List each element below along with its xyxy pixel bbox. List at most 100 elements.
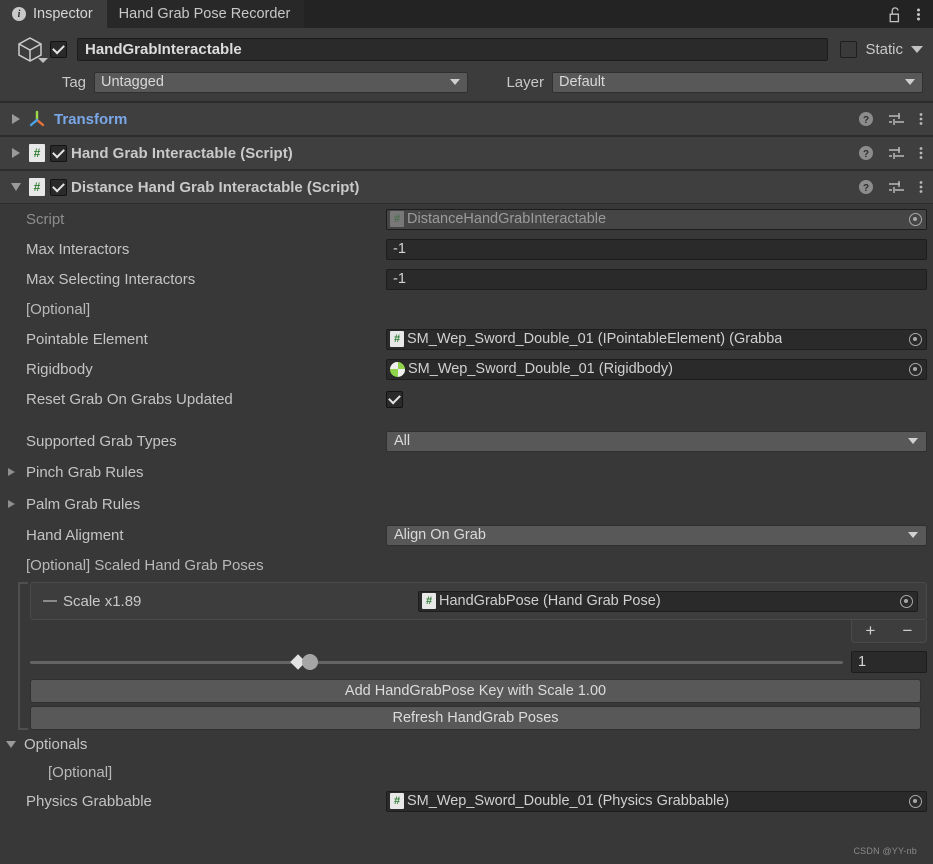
component-header-hand-grab-interactable[interactable]: # Hand Grab Interactable (Script) ? — [0, 136, 933, 170]
scale-slider-track[interactable] — [30, 654, 843, 670]
info-icon: i — [12, 7, 26, 21]
script-label: Script — [26, 210, 65, 228]
add-handgrabpose-key-button[interactable]: Add HandGrabPose Key with Scale 1.00 — [30, 679, 921, 703]
refresh-handgrab-poses-label: Refresh HandGrab Poses — [392, 710, 559, 726]
script-icon: # — [24, 178, 50, 196]
svg-text:?: ? — [863, 183, 869, 194]
rigidbody-value: SM_Wep_Sword_Double_01 (Rigidbody) — [408, 361, 673, 377]
reset-grab-checkbox[interactable] — [386, 390, 403, 408]
tab-inspector[interactable]: i Inspector — [0, 0, 107, 28]
tab-bar-actions — [887, 0, 933, 28]
transform-header-actions: ? — [858, 111, 923, 127]
list-item[interactable]: Scale x1.89 # HandGrabPose (Hand Grab Po… — [30, 582, 927, 620]
pointable-element-object-field[interactable]: # SM_Wep_Sword_Double_01 (IPointableElem… — [386, 328, 927, 350]
hand-grab-interactable-foldout-arrow[interactable] — [8, 148, 24, 158]
supported-grab-types-dropdown[interactable]: All — [386, 430, 927, 452]
script-asset-icon: # — [390, 211, 404, 227]
preset-settings-icon[interactable] — [888, 111, 905, 127]
help-icon[interactable]: ? — [858, 111, 874, 127]
hand-grab-interactable-enabled-checkbox[interactable] — [50, 144, 67, 162]
tab-hand-grab-pose-recorder[interactable]: Hand Grab Pose Recorder — [106, 0, 305, 28]
component-header-distance-hand-grab-interactable[interactable]: # Distance Hand Grab Interactable (Scrip… — [0, 170, 933, 204]
pinch-grab-rules-label: Pinch Grab Rules — [26, 463, 144, 481]
list-item-label: Scale x1.89 — [63, 592, 142, 610]
optionals-label: Optionals — [24, 735, 88, 753]
max-interactors-value: -1 — [393, 241, 406, 257]
static-dropdown-caret[interactable] — [911, 45, 923, 53]
script-object-field: # DistanceHandGrabInteractable — [386, 208, 927, 230]
list-add-remove-row: + − — [30, 620, 927, 648]
static-group: Static — [840, 40, 923, 58]
transform-foldout-arrow[interactable] — [8, 114, 24, 124]
tag-dropdown[interactable]: Untagged — [94, 71, 468, 93]
inspector-window: i Inspector Hand Grab Pose Recorder Hand… — [0, 0, 933, 864]
scale-slider-value: 1 — [858, 654, 867, 670]
rigidbody-object-field[interactable]: SM_Wep_Sword_Double_01 (Rigidbody) — [386, 358, 927, 380]
foldout-optionals[interactable]: Optionals — [0, 730, 933, 758]
hand-alignment-dropdown[interactable]: Align On Grab — [386, 524, 927, 546]
chevron-down-icon — [908, 532, 918, 538]
component-properties: Script # DistanceHandGrabInteractable Ma… — [0, 204, 933, 816]
tag-label: Tag — [61, 73, 86, 91]
pinch-grab-rules-arrow[interactable] — [8, 468, 26, 476]
scale-slider-handle[interactable] — [302, 654, 319, 670]
watermark: CSDN @YY-nb — [853, 846, 917, 856]
gameobject-name-field[interactable]: HandGrabInteractable — [77, 37, 829, 61]
list-remove-button[interactable]: − — [903, 621, 913, 641]
list-item-object-field[interactable]: # HandGrabPose (Hand Grab Pose) — [418, 590, 918, 612]
foldout-palm-grab-rules[interactable]: Palm Grab Rules — [0, 488, 933, 520]
script-object-picker-button — [904, 209, 926, 229]
pointable-element-picker-button[interactable] — [904, 329, 926, 349]
distance-hand-grab-interactable-enabled-checkbox[interactable] — [50, 178, 67, 196]
preset-settings-icon[interactable] — [888, 179, 905, 195]
property-row-reset-grab-on-grabs-updated: Reset Grab On Grabs Updated — [0, 384, 933, 414]
physics-grabbable-object-field[interactable]: # SM_Wep_Sword_Double_01 (Physics Grabba… — [386, 790, 927, 812]
kebab-menu-icon[interactable] — [919, 145, 923, 161]
layer-dropdown[interactable]: Default — [552, 71, 923, 93]
hand-alignment-label: Hand Aligment — [26, 526, 124, 544]
hand-alignment-value: Align On Grab — [394, 527, 486, 543]
gameobject-icon-dropdown-caret[interactable] — [38, 58, 48, 63]
svg-text:?: ? — [863, 149, 869, 160]
refresh-handgrab-poses-button[interactable]: Refresh HandGrab Poses — [30, 706, 921, 730]
max-interactors-input[interactable]: -1 — [386, 238, 927, 260]
scaled-hand-grab-poses-header: [Optional] Scaled Hand Grab Poses — [26, 556, 264, 574]
distance-hand-grab-interactable-foldout-arrow[interactable] — [8, 183, 24, 191]
physics-grabbable-picker-button[interactable] — [904, 791, 926, 811]
script-asset-icon: # — [390, 331, 404, 347]
property-row-hand-alignment: Hand Aligment Align On Grab — [0, 520, 933, 550]
chevron-down-icon — [905, 79, 915, 85]
reset-grab-label: Reset Grab On Grabs Updated — [26, 390, 233, 408]
layer-label: Layer — [506, 73, 544, 91]
chevron-down-icon — [450, 79, 460, 85]
lock-open-icon[interactable] — [887, 6, 902, 23]
gameobject-enabled-checkbox[interactable] — [50, 40, 67, 58]
scale-slider-value-input[interactable]: 1 — [851, 651, 927, 673]
gameobject-cube-icon[interactable] — [10, 35, 50, 63]
rigidbody-picker-button[interactable] — [904, 359, 926, 379]
transform-icon — [24, 109, 50, 129]
script-icon: # — [24, 144, 50, 162]
pointable-element-label: Pointable Element — [26, 330, 148, 348]
preset-settings-icon[interactable] — [888, 145, 905, 161]
static-checkbox[interactable] — [840, 40, 858, 58]
kebab-menu-icon[interactable] — [916, 6, 921, 23]
pointable-element-value: SM_Wep_Sword_Double_01 (IPointableElemen… — [407, 331, 783, 347]
help-icon[interactable]: ? — [858, 179, 874, 195]
foldout-pinch-grab-rules[interactable]: Pinch Grab Rules — [0, 456, 933, 488]
help-icon[interactable]: ? — [858, 145, 874, 161]
tab-hand-grab-pose-recorder-label: Hand Grab Pose Recorder — [118, 6, 291, 22]
max-selecting-interactors-input[interactable]: -1 — [386, 268, 927, 290]
kebab-menu-icon[interactable] — [919, 179, 923, 195]
scaled-hand-grab-poses-list: Scale x1.89 # HandGrabPose (Hand Grab Po… — [18, 582, 927, 730]
optionals-arrow[interactable] — [6, 740, 24, 748]
component-header-transform[interactable]: Transform ? — [0, 102, 933, 136]
rigidbody-label: Rigidbody — [26, 360, 93, 378]
list-add-button[interactable]: + — [866, 621, 876, 641]
list-item-object-picker-button[interactable] — [895, 591, 917, 611]
drag-handle-icon[interactable] — [43, 600, 63, 602]
kebab-menu-icon[interactable] — [919, 111, 923, 127]
supported-grab-types-value: All — [394, 433, 411, 449]
palm-grab-rules-arrow[interactable] — [8, 500, 26, 508]
tag-value: Untagged — [101, 74, 164, 90]
